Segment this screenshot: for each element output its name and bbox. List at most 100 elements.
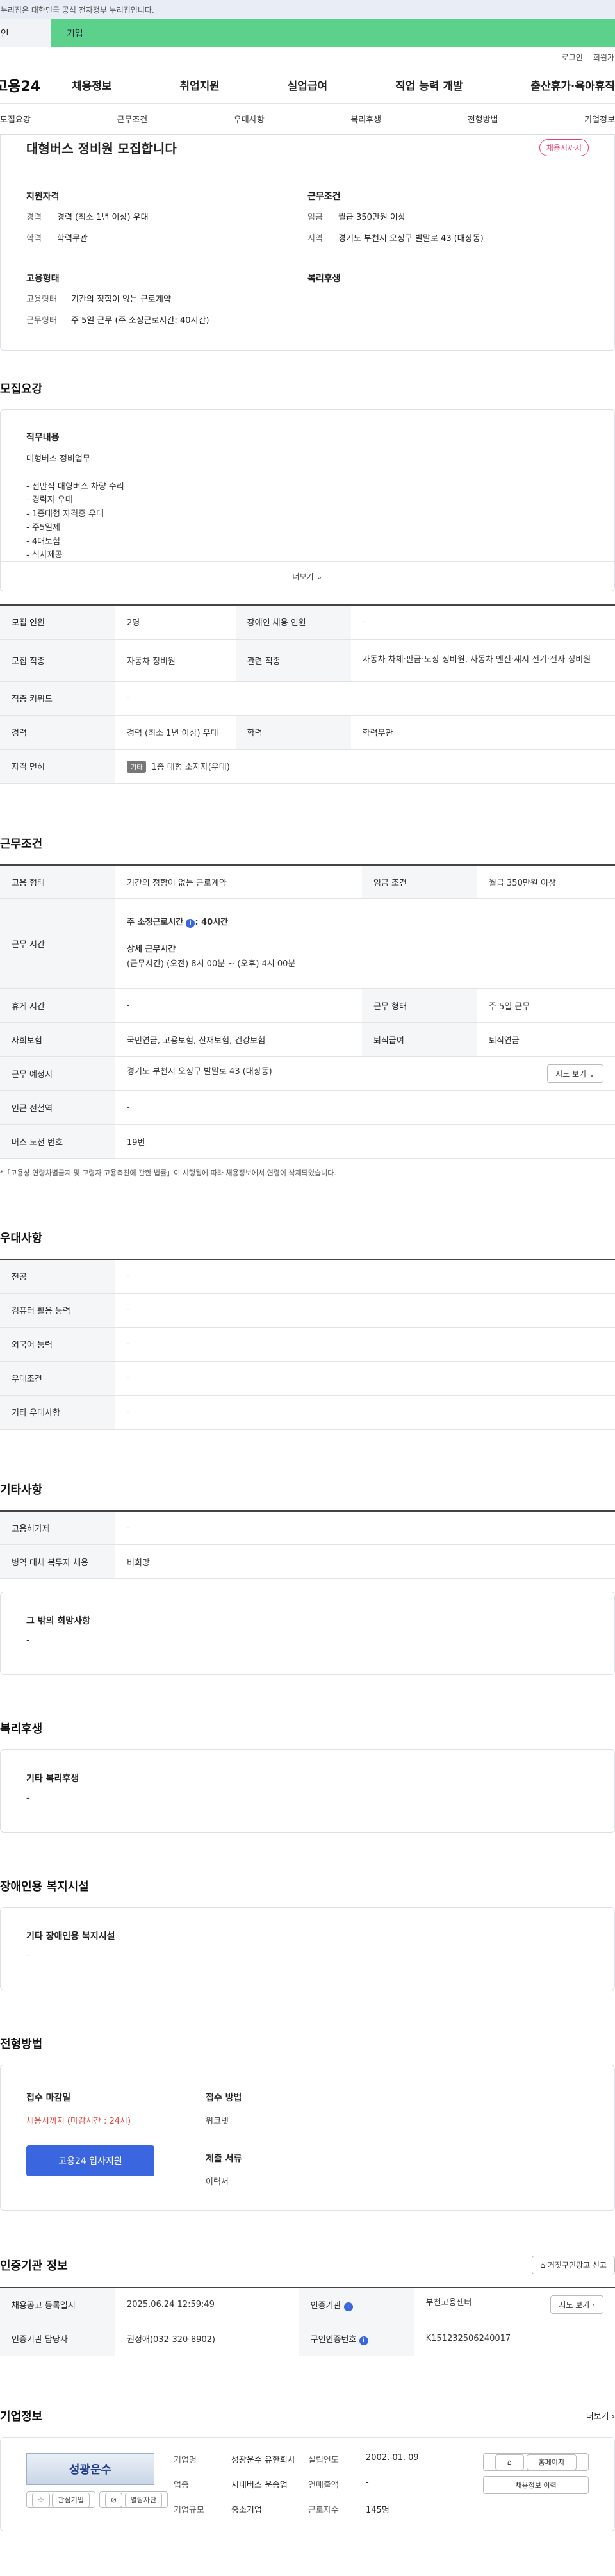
login-link[interactable]: 로그인 (562, 52, 583, 63)
cell-label: 인증기관 담당자 (0, 2322, 115, 2356)
docs-value: 이력서 (206, 2177, 229, 2187)
apply-button[interactable]: 고용24 입사지원 (26, 2145, 154, 2176)
industry-label: 업종 (174, 2480, 189, 2490)
map-button-label: 지도 보기 (559, 2300, 590, 2310)
cell-label: 모집 인원 (0, 605, 115, 640)
cell-label: 장애인 채용 인원 (235, 605, 351, 640)
etc-table: 고용허가제 - 병역 대체 복무자 채용 비희망 (0, 1510, 615, 1579)
table-row: 모집 직종 자동차 정비원 관련 직종 자동차 차체·판금·도장 정비원, 자동차 엔… (0, 639, 615, 682)
work-table: 고용 형태 기간의 정함이 없는 근로계약 임금 조건 월급 350만원 이상 근무 … (0, 864, 615, 1159)
report-button[interactable]: ⌂ 거짓구인광고 신고 (532, 2256, 615, 2274)
anchor-conditions[interactable]: 근무조건 (117, 113, 147, 125)
anchor-recruit[interactable]: 모집요강 (0, 113, 31, 125)
block-label: 열람차단 (124, 2492, 163, 2507)
table-row: 전공 - (0, 1259, 615, 1294)
table-row: 채용공고 등록일시 2025.06.24 12:59:49 인증기관 i 부천고용센터… (0, 2288, 615, 2322)
size-value: 중소기업 (231, 2505, 262, 2515)
table-row: 병역 대체 복무자 채용 비희망 (0, 1544, 615, 1579)
cell-value: - (115, 681, 615, 716)
company-more-link[interactable]: 더보기 › (586, 2409, 615, 2422)
anchor-preferences[interactable]: 우대사항 (234, 113, 265, 125)
cell-value: 학력무관 (350, 715, 615, 750)
page-title: 대형버스 정비원 모집합니다 (26, 140, 177, 156)
cell-label: 자격 면허 (0, 749, 115, 784)
duty-card: 직무내용 대형버스 정비업무 - 전반적 대형버스 차량 수리 - 경력자 우대… (0, 409, 615, 591)
anchor-welfare[interactable]: 복리후생 (350, 113, 381, 125)
cell-label: 인증기관 i (299, 2288, 414, 2322)
gnb-item-training[interactable]: 직업 능력 개발 (395, 77, 463, 93)
license-badge: 기타 (127, 760, 147, 773)
pref-table: 전공 - 컴퓨터 활용 능력 - 외국어 능력 - 우대조건 - 기타 우대사항 - (0, 1259, 615, 1430)
table-row: 사회보험 국민연금, 고용보험, 산재보험, 건강보험 퇴직급여 퇴직연금 (0, 1022, 615, 1057)
gnb-item-jobs[interactable]: 채용정보 (72, 77, 112, 93)
cert-agency-label: 인증기관 (310, 2300, 341, 2311)
cert-table: 채용공고 등록일시 2025.06.24 12:59:49 인증기관 i 부천고용센터… (0, 2287, 615, 2356)
table-row: 인근 전철역 - (0, 1090, 615, 1125)
employment-block: 고용형태 고용형태 기간의 정함이 없는 근로계약 근무형태 주 5일 근무 (주 … (26, 272, 308, 334)
condition-heading: 근무조건 (308, 192, 341, 202)
cell-value: - (115, 1293, 615, 1328)
homepage-button[interactable]: ⌂ 홈페이지 (483, 2452, 589, 2471)
cell-value: 국민연금, 고용보험, 산재보험, 건강보험 (115, 1022, 362, 1057)
cell-label: 학력 (235, 715, 351, 750)
table-row: 직종 키워드 - (0, 681, 615, 716)
info-icon[interactable]: i (186, 919, 195, 929)
cell-value: 퇴직연금 (477, 1022, 615, 1057)
recruit-table: 모집 인원 2명 장애인 채용 인원 - 모집 직종 자동차 정비원 관련 직종 자동차 차… (0, 604, 615, 784)
etc-heading: 기타사항 (0, 1483, 43, 1497)
table-row: 컴퓨터 활용 능력 - (0, 1293, 615, 1328)
anchor-company[interactable]: 기업정보 (584, 113, 615, 125)
founded-value: 2002. 01. 09 (366, 2452, 419, 2463)
gnb-item-leave[interactable]: 출산휴가·육아휴직 (530, 77, 615, 93)
interest-button[interactable]: ☆ 관심기업 (26, 2491, 95, 2508)
welfare-item-heading: 기타 복리후생 (26, 1774, 79, 1784)
size-label: 기업규모 (174, 2505, 204, 2515)
cell-value: 기타 1종 대형 소지자(우대) (115, 749, 615, 784)
map-button[interactable]: 지도 보기 › (550, 2295, 603, 2315)
founded-label: 설립연도 (308, 2455, 339, 2465)
recruit-heading: 모집요강 (0, 383, 43, 396)
cert-heading: 인증기관 정보 (0, 2259, 68, 2273)
emp-label: 근무형태 (26, 316, 57, 326)
company-logo: 성광운수 (26, 2452, 154, 2485)
cell-label: 우대조건 (0, 1361, 115, 1396)
cond-label: 지역 (308, 234, 323, 244)
cell-label: 채용공고 등록일시 (0, 2288, 115, 2322)
join-link[interactable]: 회원가입 (593, 52, 615, 63)
qualification-heading: 지원자격 (26, 192, 60, 202)
chevron-down-icon: ⌄ (316, 572, 323, 581)
table-row: 휴게 시간 - 근무 형태 주 5일 근무 (0, 988, 615, 1023)
cell-value: 주 소정근로시간 i: 40시간 상세 근무시간 (근무시간) (오전) 8시 … (115, 898, 615, 989)
global-nav: 고용24 채용정보 취업지원 실업급여 직업 능력 개발 출산휴가·육아휴직 (0, 67, 615, 104)
chevron-right-icon: › (592, 2300, 595, 2310)
cell-label: 외국어 능력 (0, 1327, 115, 1362)
cell-value: 월급 350만원 이상 (477, 864, 615, 899)
cell-value: 2025.06.24 12:59:49 (115, 2288, 299, 2322)
tab-business[interactable]: 기업 (51, 19, 615, 47)
user-type-tabs: 개인 기업 (0, 19, 615, 47)
deadline-heading: 접수 마감일 (26, 2093, 71, 2103)
duty-more-button[interactable]: 더보기 ⌄ (1, 561, 614, 591)
info-icon[interactable]: i (343, 2302, 353, 2311)
map-button[interactable]: 지도 보기 ⌄ (547, 1064, 603, 1083)
info-icon[interactable]: i (359, 2336, 368, 2345)
block-button[interactable]: ⊘ 열람차단 (99, 2491, 168, 2508)
cell-label: 근무 형태 (361, 988, 477, 1023)
detail-hours-label: 상세 근무시간 (127, 944, 176, 954)
gnb-menu: 채용정보 취업지원 실업급여 직업 능력 개발 출산휴가·육아휴직 (72, 77, 615, 93)
gov-banner: 이 누리집은 대한민국 공식 전자정부 누리집입니다. (0, 0, 615, 19)
tab-individual[interactable]: 개인 (0, 19, 51, 47)
gnb-item-unemployment[interactable]: 실업급여 (288, 77, 328, 93)
history-button[interactable]: 채용정보 이력 (483, 2475, 589, 2494)
method-value: 워크넷 (206, 2117, 229, 2126)
qual-label: 학력 (26, 234, 42, 244)
anchor-process[interactable]: 전형방법 (468, 113, 498, 125)
cell-label: 컴퓨터 활용 능력 (0, 1293, 115, 1328)
chevron-down-icon: ⌄ (588, 1069, 595, 1078)
cell-label: 모집 직종 (0, 639, 115, 682)
site-logo[interactable]: 고용24 (0, 75, 72, 95)
map-button-label: 지도 보기 (555, 1069, 587, 1078)
tab-business-label: 기업 (67, 29, 83, 39)
cell-value: 경력 (최소 1년 이상) 우대 (115, 715, 236, 750)
gnb-item-support[interactable]: 취업지원 (179, 77, 220, 93)
